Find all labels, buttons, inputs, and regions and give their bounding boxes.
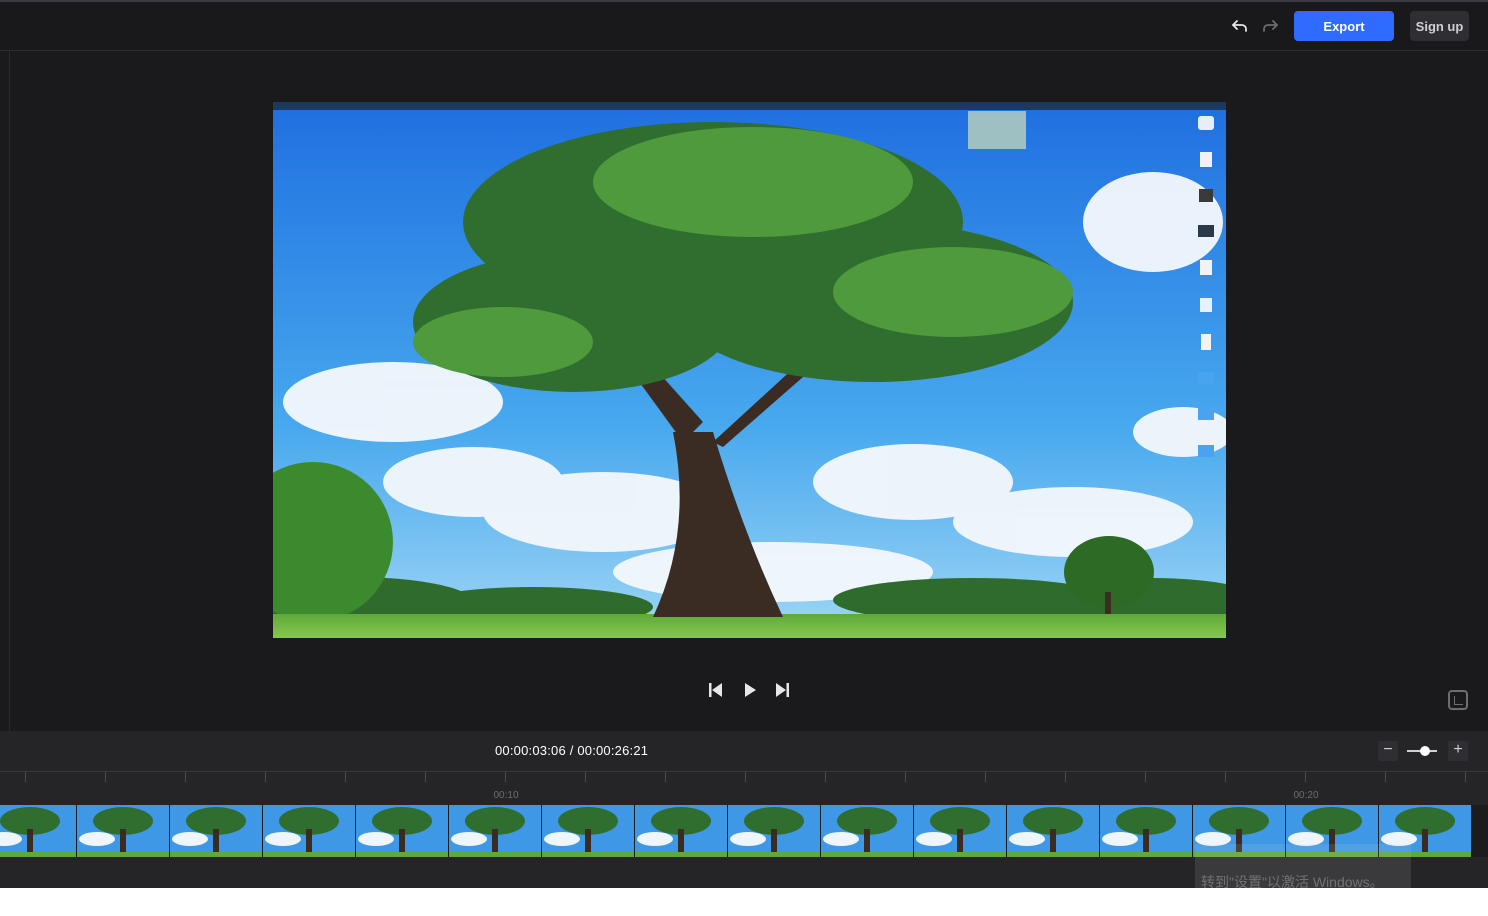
video-editor: Export Sign up 00:00:03:06 / 00:00:26:21… xyxy=(0,0,1488,888)
ruler-tick xyxy=(345,772,346,782)
total-time: 00:00:26:21 xyxy=(577,743,649,758)
ruler-tick xyxy=(185,772,186,782)
zoom-in-button[interactable]: + xyxy=(1448,741,1468,761)
ruler-tick xyxy=(1225,772,1226,782)
top-toolbar: Export Sign up xyxy=(0,0,1488,51)
track-thumbnail xyxy=(728,805,821,857)
undo-arrow-icon[interactable] xyxy=(1230,16,1250,36)
sign-up-button[interactable]: Sign up xyxy=(1410,11,1469,41)
ruler-tick xyxy=(1065,772,1066,782)
zoom-slider-handle[interactable] xyxy=(1420,746,1430,756)
ruler-tick xyxy=(1385,772,1386,782)
ruler-tick xyxy=(265,772,266,782)
skip-forward-icon[interactable] xyxy=(772,680,792,700)
track-thumbnail xyxy=(542,805,635,857)
track-thumbnail xyxy=(449,805,542,857)
ruler-tick xyxy=(1305,772,1306,782)
track-thumbnail xyxy=(0,805,77,857)
track-thumbnail xyxy=(263,805,356,857)
track-thumbnail xyxy=(914,805,1007,857)
ruler-tick xyxy=(825,772,826,782)
ruler-tick xyxy=(505,772,506,782)
track-thumbnail xyxy=(77,805,170,857)
track-thumbnail xyxy=(821,805,914,857)
play-icon[interactable] xyxy=(740,680,760,700)
playback-controls xyxy=(706,680,796,702)
skip-back-icon[interactable] xyxy=(706,680,726,700)
time-separator: / xyxy=(569,743,574,758)
current-time: 00:00:03:06 xyxy=(495,743,566,758)
activation-watermark: 转到"设置"以激活 Windows。 xyxy=(1195,844,1411,888)
redo-arrow-icon[interactable] xyxy=(1260,16,1280,36)
track-thumbnail xyxy=(170,805,263,857)
ruler-tick xyxy=(1145,772,1146,782)
ruler-tick xyxy=(745,772,746,782)
track-thumbnail xyxy=(1100,805,1193,857)
track-thumbnail xyxy=(356,805,449,857)
ruler-label: 00:20 xyxy=(1293,790,1319,801)
fullscreen-icon[interactable] xyxy=(1448,690,1468,710)
track-thumbnail xyxy=(1007,805,1100,857)
ruler-tick xyxy=(985,772,986,782)
ruler-label: 00:10 xyxy=(493,790,519,801)
ruler-tick xyxy=(25,772,26,782)
timeline-panel: 00:00:03:06 / 00:00:26:21 − + 00:10 00:20… xyxy=(0,731,1488,888)
ruler-tick xyxy=(425,772,426,782)
video-preview[interactable] xyxy=(273,102,1226,638)
zoom-out-button[interactable]: − xyxy=(1378,741,1398,761)
ruler-tick xyxy=(105,772,106,782)
ruler-tick xyxy=(1465,772,1466,782)
track-thumbnail xyxy=(635,805,728,857)
export-button[interactable]: Export xyxy=(1294,11,1394,41)
timecode-display: 00:00:03:06 / 00:00:26:21 xyxy=(495,743,648,758)
time-ruler[interactable]: 00:10 00:20 xyxy=(0,772,1488,802)
left-panel-divider xyxy=(9,51,10,731)
ruler-tick xyxy=(585,772,586,782)
ruler-tick xyxy=(905,772,906,782)
ruler-tick xyxy=(665,772,666,782)
